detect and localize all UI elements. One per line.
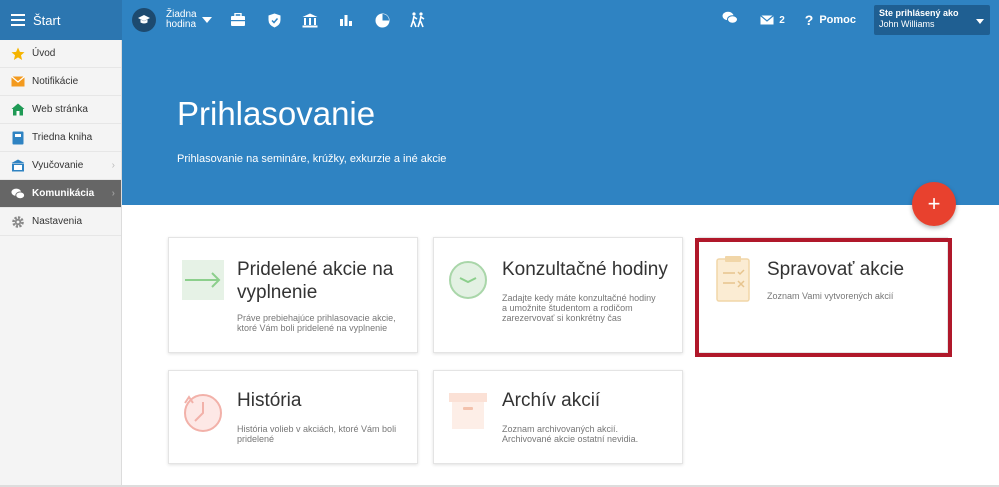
card-konzultacne-hodiny[interactable]: Konzultačné hodiny Zadajte kedy máte kon… [433,237,683,353]
card-desc-line2: pridelené [237,434,275,444]
card-desc-line1: Práve prebiehajúce prihlasovacie akcie, [237,313,396,323]
sidebar-item-triedna-kniha[interactable]: Triedna kniha [0,124,121,152]
chevron-down-icon [976,19,984,24]
card-desc-line2: ktoré Vám boli pridelené na vyplnenie [237,323,388,333]
top-bar-right: 2 ? Pomoc Ste prihlásený ako John Willia… [722,0,999,40]
card-desc-line3: zarezervovať si konkrétny čas [502,313,622,323]
user-menu[interactable]: Ste prihlásený ako John Williams [874,5,990,35]
hamburger-icon [11,11,25,29]
card-description: Zoznam archivovaných akcií. Archivované … [502,424,638,444]
sidebar-item-uvod[interactable]: Úvod [0,40,121,68]
chat-bubbles-icon[interactable] [722,11,739,30]
add-button[interactable]: + [912,182,956,226]
start-menu-button[interactable]: Štart [0,0,122,40]
card-historia[interactable]: História História volieb v akciách, ktor… [168,370,418,464]
walking-people-icon[interactable] [410,12,426,28]
chevron-down-icon[interactable] [202,17,212,23]
card-desc-line1: Zadajte kedy máte konzultačné hodiny [502,293,656,303]
envelope-icon [760,15,775,25]
home-icon [11,103,25,117]
sidebar-item-label: Nastavenia [32,216,83,227]
card-description: Zadajte kedy máte konzultačné hodiny a u… [502,293,656,323]
arrow-right-icon [181,258,225,307]
top-toolbar: Žiadna hodina [132,0,446,40]
card-title: Pridelené akcie na vyplnenie [237,258,393,304]
history-clock-icon [181,389,225,440]
lesson-selector-line2: hodina [166,19,197,30]
question-mark-icon: ? [804,12,814,28]
sidebar-item-komunikacia[interactable]: Komunikácia › [0,180,121,208]
star-icon [11,47,25,61]
card-desc-line2: a umožnite študentom a rodičom [502,303,633,313]
card-desc-line1: Zoznam archivovaných akcií. [502,424,619,434]
unread-count-badge: 2 [779,14,785,26]
classroom-icon [11,159,25,173]
briefcase-icon[interactable] [230,12,246,28]
archive-box-icon [446,389,490,438]
card-description: Práve prebiehajúce prihlasovacie akcie, … [237,313,396,333]
card-title: História [237,390,302,411]
sidebar-item-label: Komunikácia [32,188,95,199]
shield-icon[interactable] [266,12,282,28]
card-title-line2: vyplnenie [237,282,318,303]
graduation-cap-icon[interactable] [132,8,156,32]
sidebar-item-label: Triedna kniha [32,132,93,143]
top-bar: Štart Žiadna hodina 2 ? Pomoc Ste prihlá… [0,0,999,40]
card-archiv-akcii[interactable]: Archív akcií Zoznam archivovaných akcií.… [433,370,683,464]
chevron-right-icon: › [111,160,115,171]
sidebar-item-label: Notifikácie [32,76,79,87]
institution-icon[interactable] [302,12,318,28]
chat-icon [11,187,25,201]
sidebar-item-label: Vyučovanie [32,160,84,171]
page-subtitle: Prihlasovanie na semináre, krúžky, exkur… [177,153,447,165]
sidebar-item-web-stranka[interactable]: Web stránka [0,96,121,124]
sidebar-item-label: Web stránka [32,104,88,115]
highlight-box [695,238,952,357]
pie-chart-icon[interactable] [374,12,390,28]
gear-icon [11,215,25,229]
lesson-selector[interactable]: Žiadna hodina [166,10,200,30]
card-desc-line1: História volieb v akciách, ktoré Vám bol… [237,424,397,434]
start-label: Štart [33,12,61,28]
help-button[interactable]: ? Pomoc [805,12,856,28]
sidebar-item-vyucovanie[interactable]: Vyučovanie › [0,152,121,180]
card-title-line1: Pridelené akcie na [237,259,394,280]
card-title: Konzultačné hodiny [502,259,668,280]
user-name: John Williams [879,19,935,29]
card-desc-line2: Archivované akcie ostatní nevidia. [502,434,639,444]
chevron-right-icon: › [111,188,115,199]
card-description: História volieb v akciách, ktoré Vám bol… [237,424,396,444]
sidebar-item-notifikacie[interactable]: Notifikácie [0,68,121,96]
clock-icon [446,258,490,307]
book-icon [11,131,25,145]
sidebar: Úvod Notifikácie Web stránka Triedna kni… [0,40,122,487]
user-menu-caption: Ste prihlásený ako [879,8,959,18]
help-label: Pomoc [819,14,856,26]
card-title: Archív akcií [502,390,601,411]
messages-button[interactable]: 2 [760,15,785,26]
envelope-icon [11,75,25,89]
card-pridelene-akcie[interactable]: Pridelené akcie na vyplnenie Práve prebi… [168,237,418,353]
sidebar-item-label: Úvod [32,48,56,59]
page-header: Prihlasovanie Prihlasovanie na semináre,… [122,40,999,205]
page-title: Prihlasovanie [177,95,376,132]
sidebar-item-nastavenia[interactable]: Nastavenia [0,208,121,236]
bar-chart-icon[interactable] [338,12,354,28]
